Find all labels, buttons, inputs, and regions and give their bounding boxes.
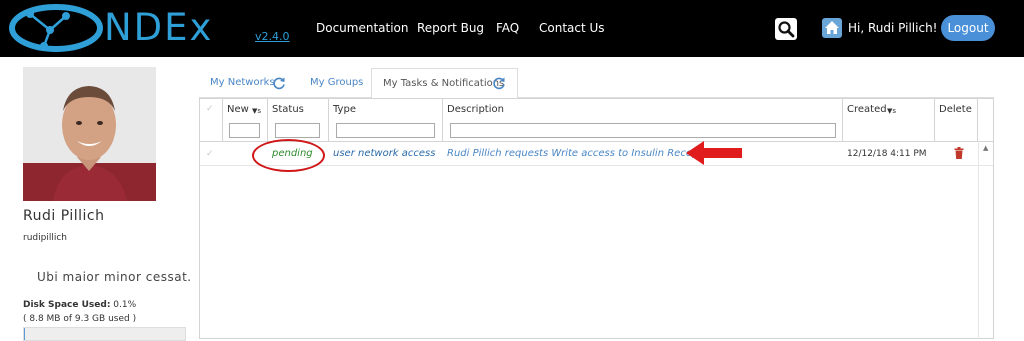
header-type[interactable]: Type [329,99,443,141]
refresh-networks-icon[interactable] [272,76,286,90]
grid-scrollbar[interactable]: ▲ [978,141,993,339]
disk-usage-percent: 0.1% [113,300,136,310]
filter-description-input[interactable] [450,123,836,138]
header-delete-label: Delete [939,104,972,115]
profile-motto: Ubi maior minor cessat. [37,270,192,284]
profile-name: Rudi Pillich [23,208,104,224]
row-select-checkmark-icon[interactable]: ✓ [206,149,214,159]
filter-new-input[interactable] [229,123,260,138]
sort-desc-icon[interactable]: ▼s [252,107,261,115]
home-icon [822,18,842,38]
row-type: user network access [333,148,435,159]
tasks-grid: ✓ New ▼s Status Type Description Created… [199,98,994,339]
scroll-up-arrow-icon[interactable]: ▲ [983,144,988,152]
header-description-label: Description [447,104,504,115]
header-description[interactable]: Description [443,99,843,141]
tab-my-tasks-label: My Tasks & Notifications [383,78,504,89]
disk-usage-title: Disk Space Used: [23,300,110,310]
search-icon [775,18,797,40]
nav-contact-us[interactable]: Contact Us [539,21,605,35]
logout-button[interactable]: Logout [941,15,995,41]
row-created: 12/12/18 4:11 PM [847,149,927,159]
grid-header-row: ✓ New ▼s Status Type Description Created… [200,99,993,142]
nav-report-bug[interactable]: Report Bug [417,21,484,35]
row-description-link[interactable]: Rudi Pillich requests Write access to In… [447,148,712,159]
nav-faq[interactable]: FAQ [496,21,519,35]
nav-documentation[interactable]: Documentation [316,21,409,35]
search-button[interactable] [775,18,797,40]
version-link[interactable]: v2.4.0 [255,30,290,43]
profile-username: rudipillich [23,233,67,243]
ndex-logo[interactable]: NDEx [8,2,253,54]
annotation-arrow-icon [686,139,742,167]
tab-my-networks-label: My Networks [210,77,275,88]
trash-icon[interactable] [954,147,964,159]
header-new-label: New [227,104,249,115]
tab-my-groups-label: My Groups [310,77,363,88]
home-button[interactable] [822,18,842,38]
network-graph-icon [8,2,104,54]
tab-my-groups[interactable]: My Groups [299,68,367,98]
header-delete: Delete [935,99,978,141]
select-all-checkmark-icon[interactable]: ✓ [206,104,214,114]
profile-photo [23,67,156,201]
disk-usage-label: Disk Space Used: 0.1% [23,300,136,310]
user-greeting[interactable]: Hi, Rudi Pillich! [848,21,937,35]
filter-type-input[interactable] [336,123,435,138]
top-navbar: NDEx v2.4.0 Documentation Report Bug FAQ… [0,0,1024,57]
tab-bar: My Networks My Groups My Tasks & Notific… [199,68,994,98]
header-status-label: Status [272,104,304,115]
header-status[interactable]: Status [268,99,329,141]
header-created-label: Created [847,104,887,115]
header-type-label: Type [333,104,356,115]
select-all-header[interactable]: ✓ [200,99,223,141]
disk-usage-detail: ( 8.8 MB of 9.3 GB used ) [23,314,136,324]
filter-status-input[interactable] [275,123,320,138]
logo-wordmark: NDEx [104,6,213,49]
header-new[interactable]: New ▼s [223,99,268,141]
profile-avatar [23,67,156,201]
sort-desc-icon[interactable]: ▼s [887,107,896,115]
annotation-ellipse [252,139,325,172]
refresh-tasks-icon[interactable] [492,76,506,90]
header-created[interactable]: Created ▼s [843,99,935,141]
